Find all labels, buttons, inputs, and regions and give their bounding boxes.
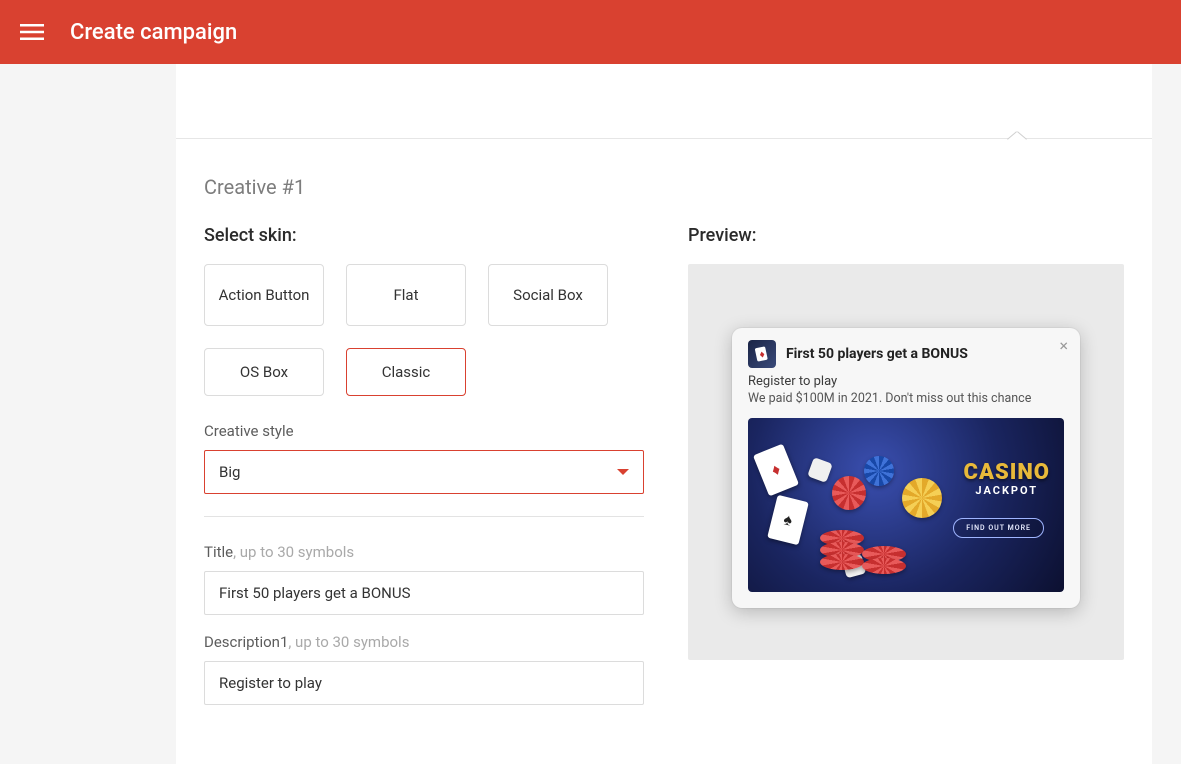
preview-title: First 50 players get a BONUS <box>786 346 968 362</box>
preview-area: × First 50 players get a BONUS Register … <box>688 264 1124 660</box>
skin-option-os-box[interactable]: OS Box <box>204 348 324 396</box>
menu-icon[interactable] <box>12 12 52 52</box>
description1-field-label: Description1, up to 30 symbols <box>204 633 644 651</box>
form-divider <box>204 516 644 517</box>
creative-style-label: Creative style <box>204 422 644 440</box>
skin-option-flat[interactable]: Flat <box>346 264 466 326</box>
chevron-up-icon[interactable] <box>1008 130 1026 140</box>
creative-heading: Creative #1 <box>204 175 1152 199</box>
creative-style-select[interactable]: Big <box>204 450 644 494</box>
preview-label: Preview: <box>688 225 1124 246</box>
description1-input[interactable] <box>204 661 644 705</box>
page-title: Create campaign <box>70 20 237 45</box>
close-icon[interactable]: × <box>1059 338 1068 354</box>
preview-image-title: CASINO <box>964 462 1050 484</box>
skin-option-action-button[interactable]: Action Button <box>204 264 324 326</box>
chevron-down-icon <box>617 469 629 475</box>
preview-description1: Register to play <box>748 374 1064 389</box>
preview-image-subtitle: JACKPOT <box>964 484 1050 497</box>
skin-option-social-box[interactable]: Social Box <box>488 264 608 326</box>
skin-option-classic[interactable]: Classic <box>346 348 466 396</box>
main-card: Creative #1 Select skin: Action Button F… <box>176 64 1152 764</box>
title-input[interactable] <box>204 571 644 615</box>
select-skin-label: Select skin: <box>204 225 644 246</box>
preview-app-icon <box>748 340 776 368</box>
skin-options: Action Button Flat Social Box OS Box Cla… <box>204 264 644 396</box>
preview-description2: We paid $100M in 2021. Don't miss out th… <box>748 391 1064 406</box>
section-divider <box>176 138 1152 139</box>
preview-notification: × First 50 players get a BONUS Register … <box>732 328 1080 608</box>
top-bar: Create campaign <box>0 0 1181 64</box>
preview-image: ♦ ♠ <box>748 418 1064 592</box>
creative-style-value: Big <box>219 463 240 481</box>
preview-image-cta: FIND OUT MORE <box>953 518 1044 538</box>
title-field-label: Title, up to 30 symbols <box>204 543 644 561</box>
